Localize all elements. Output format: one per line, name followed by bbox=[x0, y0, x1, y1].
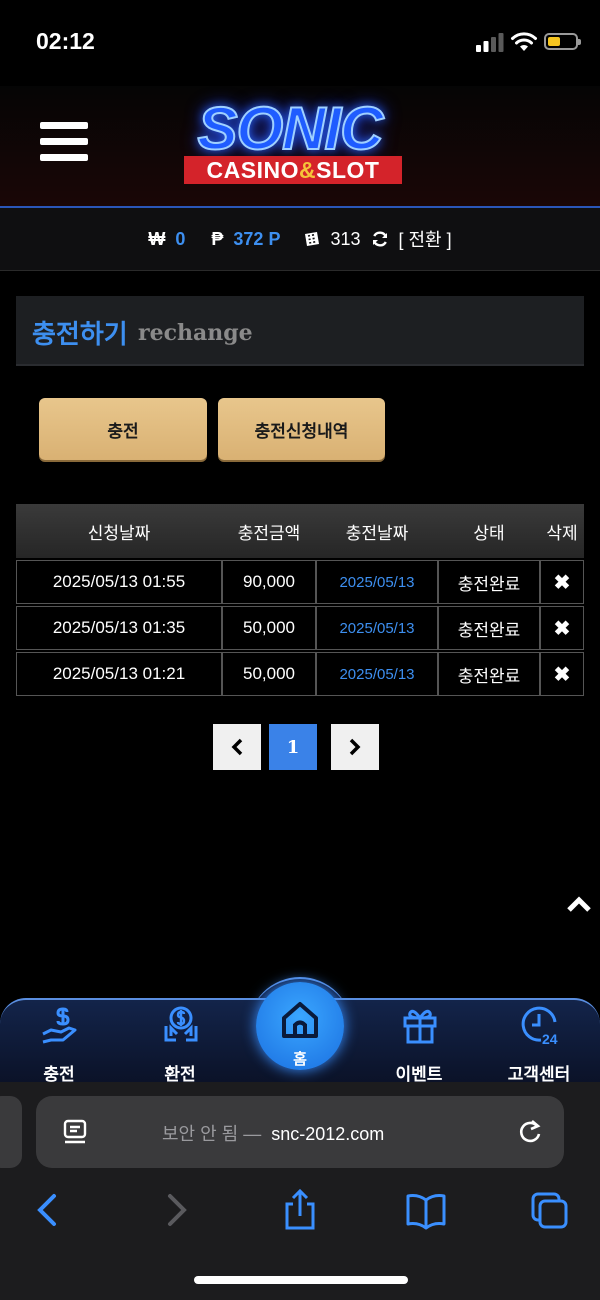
nav-home-label: 홈 bbox=[293, 1050, 307, 1068]
chip-icon bbox=[305, 232, 320, 246]
won-icon: ₩ bbox=[148, 228, 166, 249]
gift-icon bbox=[403, 1009, 437, 1044]
won-balance: 0 bbox=[175, 228, 186, 249]
cell-amount: 90,000 bbox=[222, 560, 316, 604]
logo-main-text: SONIC bbox=[196, 95, 384, 162]
wifi-icon bbox=[511, 32, 537, 51]
cell-amount: 50,000 bbox=[222, 606, 316, 650]
previous-tab-peek[interactable] bbox=[0, 1096, 22, 1168]
nav-event[interactable]: 이벤트 bbox=[374, 1002, 464, 1086]
sonic-casino-logo[interactable]: SONIC CASINO&SLOT bbox=[160, 95, 420, 190]
support-24-icon: 24 bbox=[521, 1006, 558, 1046]
not-secure-label: 보안 안 됨 — bbox=[162, 1124, 262, 1144]
reader-mode-icon[interactable] bbox=[62, 1118, 90, 1146]
column-header-request-date: 신청날짜 bbox=[87, 523, 151, 544]
point-balance: 372 P bbox=[233, 228, 281, 249]
cell-request-date: 2025/05/13 01:21 bbox=[16, 652, 222, 696]
address-bar[interactable]: 보안 안 됨 — snc-2012.com bbox=[36, 1096, 564, 1168]
nav-support[interactable]: 24 고객센터 bbox=[494, 1002, 584, 1086]
home-indicator bbox=[194, 1276, 408, 1284]
refresh-icon[interactable] bbox=[371, 230, 389, 248]
cell-status: 충전완료 bbox=[438, 560, 540, 604]
status-bar: 02:12 bbox=[0, 0, 600, 86]
cell-charge-date: 2025/05/13 bbox=[316, 606, 438, 650]
url-domain: snc-2012.com bbox=[271, 1124, 385, 1144]
status-time: 02:12 bbox=[36, 28, 95, 54]
back-icon[interactable] bbox=[28, 1188, 68, 1232]
next-page-button[interactable] bbox=[331, 724, 379, 770]
charge-button[interactable]: 충전 bbox=[39, 398, 207, 460]
scroll-top-icon[interactable] bbox=[566, 894, 592, 914]
section-title-box: 충전하기 rechange bbox=[16, 296, 584, 366]
cell-request-date: 2025/05/13 01:35 bbox=[16, 606, 222, 650]
prev-page-button[interactable] bbox=[213, 724, 261, 770]
reload-icon[interactable] bbox=[516, 1118, 544, 1146]
hamburger-icon[interactable] bbox=[40, 122, 88, 164]
table-row: 2025/05/13 01:21 50,000 2025/05/13 충전완료 … bbox=[16, 652, 584, 696]
cell-charge-date: 2025/05/13 bbox=[316, 652, 438, 696]
svg-text:24: 24 bbox=[542, 1031, 558, 1046]
site-header: SONIC CASINO&SLOT bbox=[0, 86, 600, 208]
column-header-charge-date: 충전날짜 bbox=[345, 523, 409, 544]
chevron-right-icon bbox=[349, 738, 361, 756]
cell-charge-date: 2025/05/13 bbox=[316, 560, 438, 604]
table-row: 2025/05/13 01:55 90,000 2025/05/13 충전완료 … bbox=[16, 560, 584, 604]
tabs-icon[interactable] bbox=[530, 1188, 570, 1232]
balance-bar: ₩ 0 ₱ 372 P 313 [ 전환 ] bbox=[0, 208, 600, 271]
hand-money-icon bbox=[42, 1007, 77, 1044]
home-icon bbox=[282, 1002, 318, 1038]
charge-history-button[interactable]: 충전신청내역 bbox=[218, 398, 385, 460]
delete-icon[interactable]: ✖ bbox=[540, 560, 584, 604]
cell-request-date: 2025/05/13 01:55 bbox=[16, 560, 222, 604]
page-title: 충전하기 bbox=[32, 320, 128, 350]
page-subtitle: rechange bbox=[138, 320, 253, 346]
forward-icon[interactable] bbox=[156, 1188, 196, 1232]
column-header-delete: 삭제 bbox=[546, 523, 578, 544]
nav-home[interactable]: 홈 bbox=[256, 982, 344, 1070]
delete-icon[interactable]: ✖ bbox=[540, 606, 584, 650]
exchange-icon bbox=[164, 1006, 198, 1042]
column-header-status: 상태 bbox=[473, 523, 505, 544]
nav-exchange[interactable]: 환전 bbox=[135, 1002, 225, 1086]
share-icon[interactable] bbox=[280, 1188, 320, 1232]
cell-status: 충전완료 bbox=[438, 606, 540, 650]
convert-link[interactable]: [ 전환 ] bbox=[399, 226, 452, 252]
table-header: 신청날짜 충전금액 충전날짜 상태 삭제 bbox=[16, 504, 584, 558]
cellular-signal-icon bbox=[476, 33, 504, 52]
logo-sub-text: CASINO&SLOT bbox=[184, 156, 402, 184]
url-display[interactable]: 보안 안 됨 — snc-2012.com bbox=[162, 1120, 384, 1146]
cell-amount: 50,000 bbox=[222, 652, 316, 696]
delete-icon[interactable]: ✖ bbox=[540, 652, 584, 696]
cell-status: 충전완료 bbox=[438, 652, 540, 696]
page-number-current[interactable]: 1 bbox=[269, 724, 317, 770]
battery-icon bbox=[544, 33, 581, 50]
chip-count: 313 bbox=[330, 228, 361, 249]
column-header-amount: 충전금액 bbox=[237, 523, 301, 544]
nav-charge[interactable]: 충전 bbox=[14, 1002, 104, 1086]
chevron-left-icon bbox=[231, 738, 243, 756]
point-icon: ₱ bbox=[211, 228, 224, 249]
bookmarks-icon[interactable] bbox=[404, 1188, 448, 1232]
table-row: 2025/05/13 01:35 50,000 2025/05/13 충전완료 … bbox=[16, 606, 584, 650]
